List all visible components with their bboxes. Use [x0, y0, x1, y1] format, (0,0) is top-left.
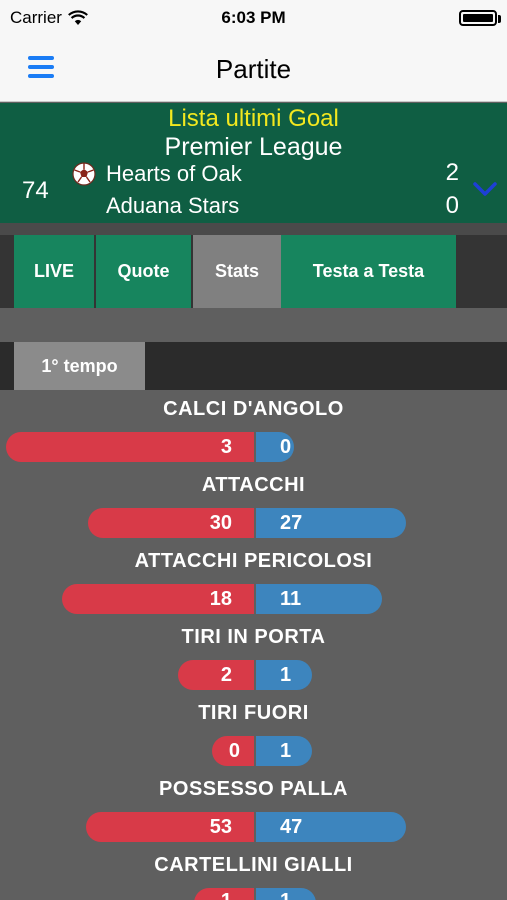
stat-label-yellow-cards: CARTELLINI GIALLI [154, 854, 353, 876]
soccer-ball-icon [72, 162, 96, 186]
stat-label-ball-possession: POSSESSO PALLA [159, 778, 348, 800]
tab-testa-a-testa[interactable]: Testa a Testa [281, 235, 456, 308]
clock-time: 6:03 PM [221, 8, 286, 27]
spacer [0, 308, 507, 342]
tab-first-half[interactable]: 1° tempo [14, 342, 145, 390]
last-goals-banner[interactable]: Lista ultimi Goal Premier League 74 Hear… [0, 103, 507, 223]
last-goals-title: Lista ultimi Goal [168, 105, 339, 132]
stat-home-bar-corners: 3 [6, 432, 254, 462]
home-team-score: 2 [445, 159, 459, 186]
stat-away-bar-dangerous-attacks: 11 [256, 584, 382, 614]
home-team-name: Hearts of Oak [106, 161, 242, 186]
battery-tip [498, 15, 501, 23]
away-team-name: Aduana Stars [106, 193, 240, 218]
stat-home-bar-shots-off-target: 0 [212, 736, 254, 766]
stat-home-bar-attacks: 30 [88, 508, 254, 538]
page-title: Partite [215, 54, 292, 84]
match-minute: 74 [22, 177, 49, 204]
stat-label-shots-off-target: TIRI FUORI [198, 702, 309, 724]
stats-list: CALCI D'ANGOLO 3 0 ATTACCHI 30 27 ATTACC… [0, 390, 507, 900]
stat-label-dangerous-attacks: ATTACCHI PERICOLOSI [134, 550, 373, 572]
stat-label-shots-on-target: TIRI IN PORTA [181, 626, 326, 648]
match-tabs: LIVE Quote Stats Testa a Testa [0, 235, 507, 308]
period-bar: 1° tempo [0, 342, 507, 390]
stat-away-bar-shots-on-target: 1 [256, 660, 312, 690]
league-name: Premier League [164, 133, 343, 161]
stat-home-bar-ball-possession: 53 [86, 812, 254, 842]
tab-stats[interactable]: Stats [193, 235, 281, 308]
stat-away-bar-yellow-cards: 1 [256, 888, 316, 900]
tab-quote[interactable]: Quote [96, 235, 193, 308]
stat-home-bar-yellow-cards: 1 [194, 888, 254, 900]
away-team-score: 0 [445, 192, 459, 219]
banner-divider [0, 223, 507, 235]
stat-home-bar-shots-on-target: 2 [178, 660, 254, 690]
stat-away-bar-attacks: 27 [256, 508, 406, 538]
stat-away-bar-shots-off-target: 1 [256, 736, 312, 766]
stat-home-bar-dangerous-attacks: 18 [62, 584, 254, 614]
stat-away-bar-ball-possession: 47 [256, 812, 406, 842]
navigation-bar: Partite [0, 36, 507, 102]
tab-live[interactable]: LIVE [14, 235, 96, 308]
status-bar: Carrier 6:03 PM [0, 0, 507, 36]
stat-label-corners: CALCI D'ANGOLO [163, 398, 344, 420]
chevron-down-icon[interactable] [473, 181, 497, 197]
stat-label-attacks: ATTACCHI [201, 474, 306, 496]
battery-icon [459, 10, 497, 26]
stat-away-bar-corners: 0 [256, 432, 294, 462]
